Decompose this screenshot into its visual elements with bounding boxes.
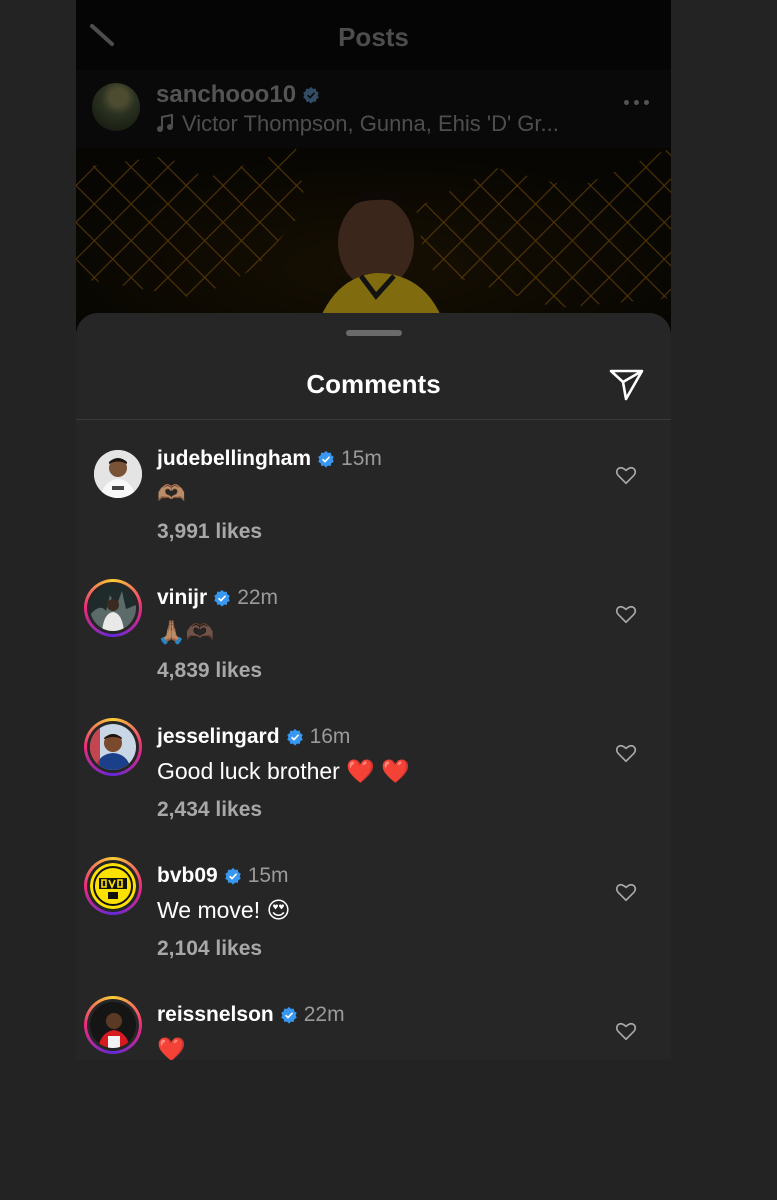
comment-username[interactable]: reissnelson [157,1003,274,1027]
comment-header: judebellingham 15m [157,447,382,471]
comment-header: reissnelson 22m [157,1003,345,1027]
heart-icon[interactable] [615,1020,637,1042]
sheet-drag-handle[interactable] [346,330,402,336]
post-music-label: Victor Thompson, Gunna, Ehis 'D' Gr... [182,111,559,136]
comment-item: judebellingham 15m 🫶🏽 3,991 likes [76,440,671,570]
verified-icon [303,86,319,104]
heart-icon[interactable] [615,742,637,764]
comment-time: 16m [309,725,351,748]
top-app-bar: Posts [76,0,671,70]
comment-header: vinijr 22m [157,586,278,610]
page-title: Posts [338,22,409,52]
comments-sheet: Comments judebellingham 15m 🫶🏽 3,991 lik… [76,313,671,1060]
comment-time: 22m [303,1003,345,1026]
avatar-photo [94,450,142,498]
verified-icon [280,1006,297,1024]
comment-header: jesselingard 16m [157,725,350,749]
heart-icon[interactable] [615,464,637,486]
avatar-photo [90,724,136,770]
sheet-title: Comments [306,369,441,399]
comment-username[interactable]: judebellingham [157,447,311,471]
comment-item: jesselingard 16m Good luck brother ❤️ ❤️… [76,718,671,848]
comment-item: vinijr 22m 🙏🏽🫶🏿 4,839 likes [76,579,671,709]
comment-likes[interactable]: 2,104 likes [157,937,262,961]
heart-icon[interactable] [615,881,637,903]
more-icon[interactable] [624,100,649,105]
comment-time: 22m [237,586,279,609]
comment-text: 🫶🏽 [157,480,186,506]
verified-icon [224,867,241,885]
verified-icon [214,589,230,607]
sheet-divider [76,419,671,420]
post-header: sanchooo10 Victor Thompson, Gunna, Ehis … [76,70,671,148]
post-music[interactable]: Victor Thompson, Gunna, Ehis 'D' Gr... [156,111,559,137]
post-author-avatar[interactable] [92,83,140,131]
avatar[interactable] [84,579,142,637]
avatar[interactable] [84,440,142,498]
avatar[interactable] [84,857,142,915]
comment-username[interactable]: vinijr [157,586,207,610]
comment-username[interactable]: bvb09 [157,864,218,888]
avatar[interactable] [84,718,142,776]
bvb-logo-avatar [90,863,136,909]
post-username[interactable]: sanchooo10 [156,81,296,109]
comment-username[interactable]: jesselingard [157,725,280,749]
verified-icon [286,728,303,746]
post-author[interactable]: sanchooo10 [156,81,320,109]
avatar-photo [90,585,136,631]
comment-likes[interactable]: 4,839 likes [157,659,262,683]
comment-text: ❤️ [157,1036,186,1060]
comment-item: reissnelson 22m ❤️ [76,996,671,1060]
share-icon[interactable] [608,365,646,403]
comment-likes[interactable]: 3,991 likes [157,520,262,544]
comment-text: 🙏🏽🫶🏿 [157,619,215,645]
comment-item: bvb09 15m We move! 😍 2,104 likes [76,857,671,987]
verified-icon [318,450,334,468]
comment-likes[interactable]: 2,434 likes [157,798,262,822]
comment-text: We move! 😍 [157,897,291,923]
comment-time: 15m [341,447,382,470]
avatar-photo [90,1002,136,1048]
comment-text: Good luck brother ❤️ ❤️ [157,758,410,784]
avatar[interactable] [84,996,142,1054]
heart-icon[interactable] [615,603,637,625]
phone-screen: Posts sanchooo10 Victor Thompson, Gunna,… [76,0,671,1060]
comment-header: bvb09 15m [157,864,289,888]
music-note-icon [157,114,173,132]
comment-time: 15m [247,864,289,887]
